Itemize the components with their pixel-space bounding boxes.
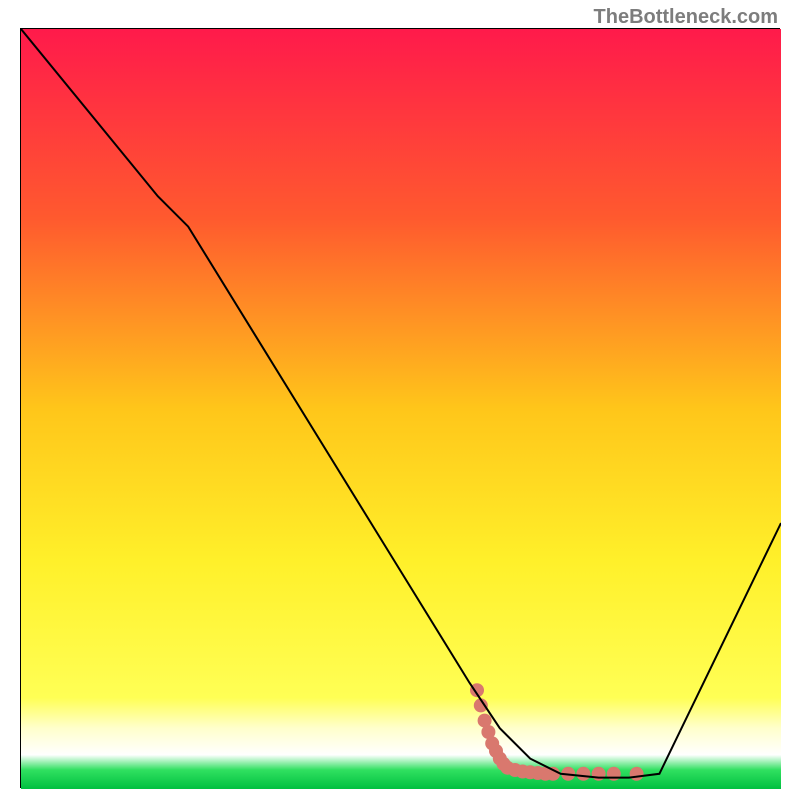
chart-frame [20, 28, 780, 788]
scatter-point [576, 767, 590, 781]
chart-background [21, 29, 781, 789]
scatter-point [607, 767, 621, 781]
scatter-point [592, 767, 606, 781]
attribution-text: TheBottleneck.com [594, 6, 778, 29]
chart-svg [21, 29, 781, 789]
scatter-point [630, 767, 644, 781]
